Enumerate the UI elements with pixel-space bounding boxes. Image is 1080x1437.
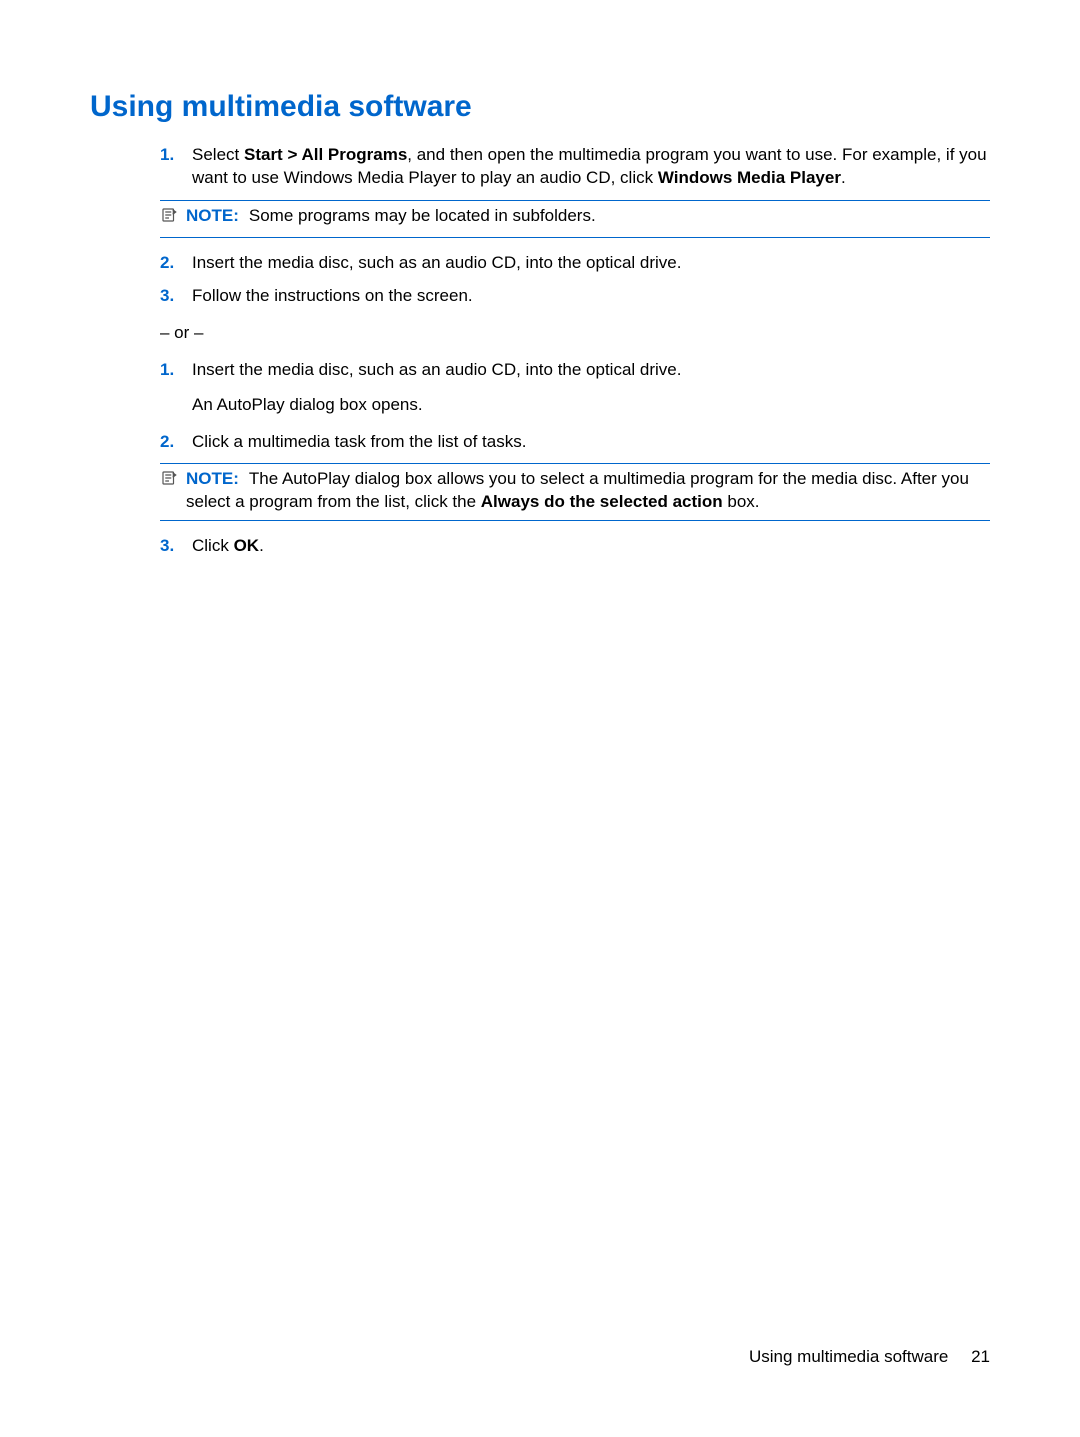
step-text: Click a multimedia task from the list of… <box>192 431 990 454</box>
text: . <box>259 536 264 555</box>
bold-text: Start > All Programs <box>244 145 407 164</box>
note-callout: NOTE:The AutoPlay dialog box allows you … <box>160 463 990 521</box>
note-text: box. <box>723 492 760 511</box>
step-number: 2. <box>160 252 192 275</box>
step-number: 1. <box>160 359 192 382</box>
page-title: Using multimedia software <box>90 90 990 124</box>
note-body: NOTE:The AutoPlay dialog box allows you … <box>186 468 990 514</box>
footer-section-title: Using multimedia software <box>749 1347 948 1366</box>
alt-step-1: 1. Insert the media disc, such as an aud… <box>160 359 990 382</box>
step-number: 1. <box>160 144 192 190</box>
text: . <box>841 168 846 187</box>
step-number: 3. <box>160 535 192 558</box>
bold-text: OK <box>234 536 260 555</box>
note-icon <box>160 205 186 231</box>
step-number: 2. <box>160 431 192 454</box>
document-page: Using multimedia software 1. Select Star… <box>0 0 1080 1437</box>
step-text: Select Start > All Programs, and then op… <box>192 144 990 190</box>
sub-paragraph: An AutoPlay dialog box opens. <box>192 394 990 417</box>
note-body: NOTE: Some programs may be located in sub… <box>186 205 990 228</box>
step-text: Follow the instructions on the screen. <box>192 285 990 308</box>
step-1: 1. Select Start > All Programs, and then… <box>160 144 990 190</box>
step-number: 3. <box>160 285 192 308</box>
text: Select <box>192 145 244 164</box>
bold-text: Windows Media Player <box>658 168 841 187</box>
bold-text: Always do the selected action <box>481 492 723 511</box>
step-text: Insert the media disc, such as an audio … <box>192 359 990 382</box>
step-3: 3. Follow the instructions on the screen… <box>160 285 990 308</box>
note-icon <box>160 468 186 494</box>
page-footer: Using multimedia software 21 <box>749 1347 990 1367</box>
alt-step-3: 3. Click OK. <box>160 535 990 558</box>
note-text: Some programs may be located in subfolde… <box>249 206 596 225</box>
alt-step-2: 2. Click a multimedia task from the list… <box>160 431 990 454</box>
step-text: Insert the media disc, such as an audio … <box>192 252 990 275</box>
note-callout: NOTE: Some programs may be located in sub… <box>160 200 990 238</box>
page-number: 21 <box>971 1347 990 1366</box>
note-label: NOTE: <box>186 469 239 488</box>
note-label: NOTE: <box>186 206 239 225</box>
body-content: 1. Select Start > All Programs, and then… <box>90 144 990 558</box>
or-separator: – or – <box>160 322 990 345</box>
step-2: 2. Insert the media disc, such as an aud… <box>160 252 990 275</box>
step-text: Click OK. <box>192 535 990 558</box>
text: Click <box>192 536 234 555</box>
